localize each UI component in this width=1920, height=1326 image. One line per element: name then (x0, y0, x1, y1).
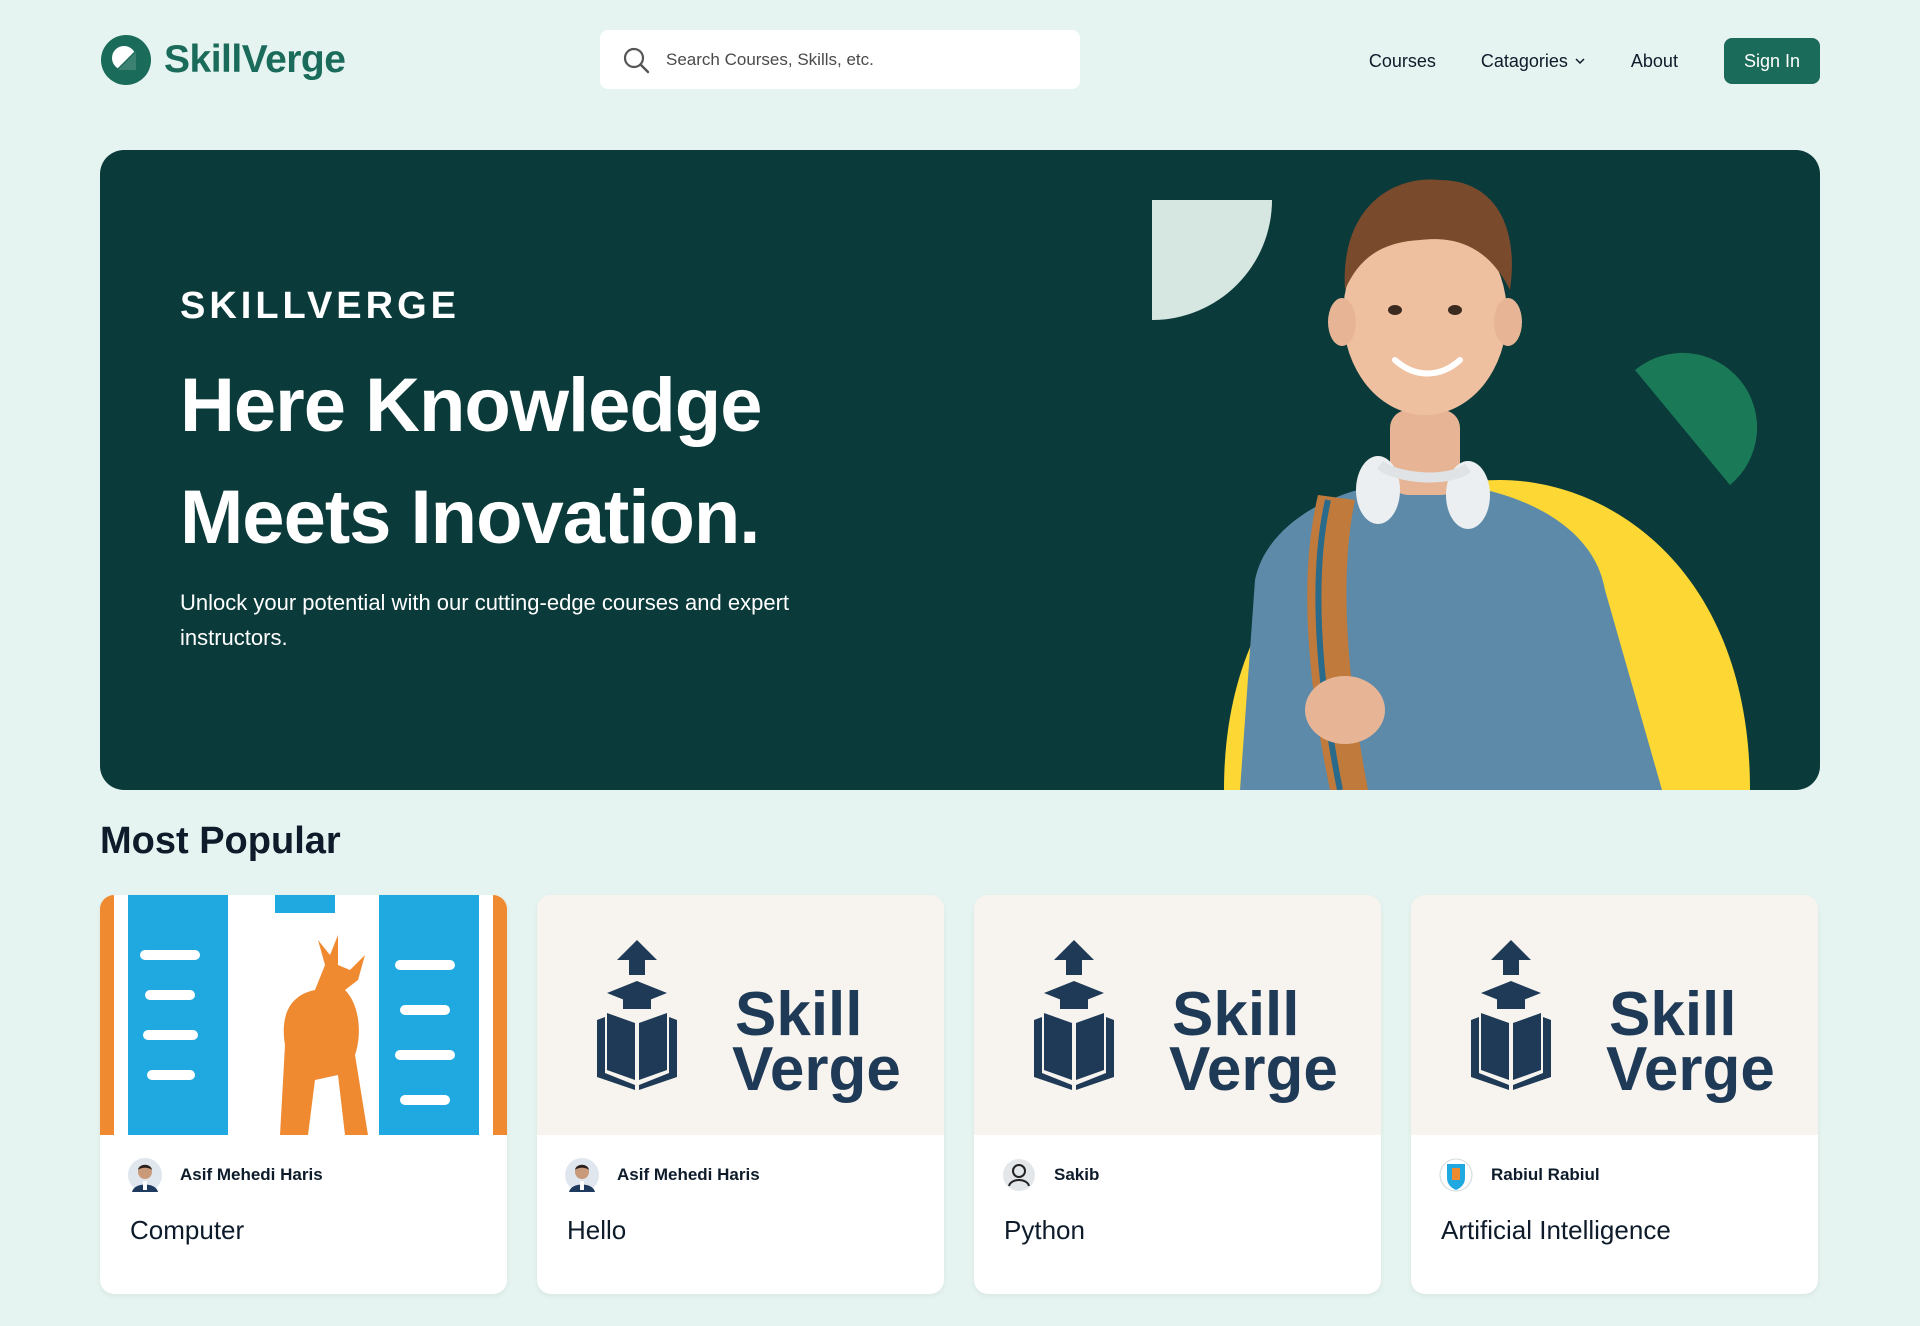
author-name: Rabiul Rabiul (1491, 1165, 1600, 1184)
section-title-most-popular: Most Popular (100, 820, 341, 862)
course-title: Computer (130, 1215, 245, 1245)
course-title: Hello (567, 1215, 627, 1245)
course-card-list: Asif Mehedi Haris Computer Skill Verge A… (100, 895, 1820, 1295)
brand-name: SkillVerge (164, 38, 346, 81)
nav-about[interactable]: About (1631, 51, 1678, 72)
search-input[interactable] (666, 39, 1066, 80)
course-thumbnail (100, 895, 507, 1135)
course-thumbnail: Skill Verge (537, 895, 944, 1135)
course-author: Sakib (1002, 1155, 1099, 1195)
thumb-text-verge: Verge (1606, 1035, 1775, 1104)
brand-logo[interactable]: SkillVerge (100, 34, 346, 86)
course-title: Python (1004, 1215, 1085, 1245)
crest-avatar-icon (1439, 1158, 1473, 1192)
main-nav: Courses Catagories About Sign In (1369, 38, 1820, 84)
author-avatar (565, 1158, 599, 1192)
course-card[interactable]: Asif Mehedi Haris Computer (100, 895, 507, 1294)
course-title: Artificial Intelligence (1441, 1215, 1671, 1245)
author-name: Asif Mehedi Haris (180, 1165, 323, 1184)
course-author: Rabiul Rabiul (1439, 1155, 1600, 1195)
course-thumbnail: Skill Verge (1411, 895, 1818, 1135)
student-figure (1240, 179, 1662, 790)
chevron-down-icon (1575, 58, 1585, 65)
search-bar[interactable] (600, 30, 1080, 89)
default-user-icon (1003, 1159, 1035, 1191)
nav-courses[interactable]: Courses (1369, 51, 1436, 72)
author-name: Asif Mehedi Haris (617, 1165, 760, 1184)
course-author: Asif Mehedi Haris (565, 1155, 760, 1195)
thumb-text-verge: Verge (1169, 1035, 1338, 1104)
top-navbar: SkillVerge Courses Catagories About Sign… (0, 0, 1920, 122)
hero-eyebrow: SKILLVERGE (180, 285, 460, 327)
author-name: Sakib (1054, 1165, 1100, 1184)
quarter-circle-shape (1152, 200, 1272, 320)
logo-icon (101, 35, 151, 85)
author-avatar (128, 1158, 162, 1192)
sign-in-button[interactable]: Sign In (1723, 38, 1820, 84)
nav-categories-dropdown[interactable]: Catagories (1481, 51, 1586, 72)
hero-illustration (1152, 179, 1758, 790)
course-card[interactable]: Skill Verge Asif Mehedi Haris Hello (537, 895, 944, 1294)
hero-banner: SKILLVERGE Here Knowledge Meets Inovatio… (100, 150, 1820, 790)
course-author: Asif Mehedi Haris (128, 1155, 323, 1195)
course-card[interactable]: Skill Verge Sakib Python (974, 895, 1381, 1294)
hero-subtitle: Unlock your potential with our cutting-e… (180, 590, 790, 650)
nav-categories-label: Catagories (1480, 50, 1568, 71)
thumb-text-verge: Verge (732, 1035, 901, 1104)
green-half-circle-shape (1635, 352, 1758, 485)
course-thumbnail: Skill Verge (974, 895, 1381, 1135)
search-icon (623, 47, 650, 73)
hero-title: Here Knowledge Meets Inovation. (180, 363, 762, 560)
course-card[interactable]: Skill Verge Rabiul Rabiul Artificial Int… (1411, 895, 1818, 1294)
